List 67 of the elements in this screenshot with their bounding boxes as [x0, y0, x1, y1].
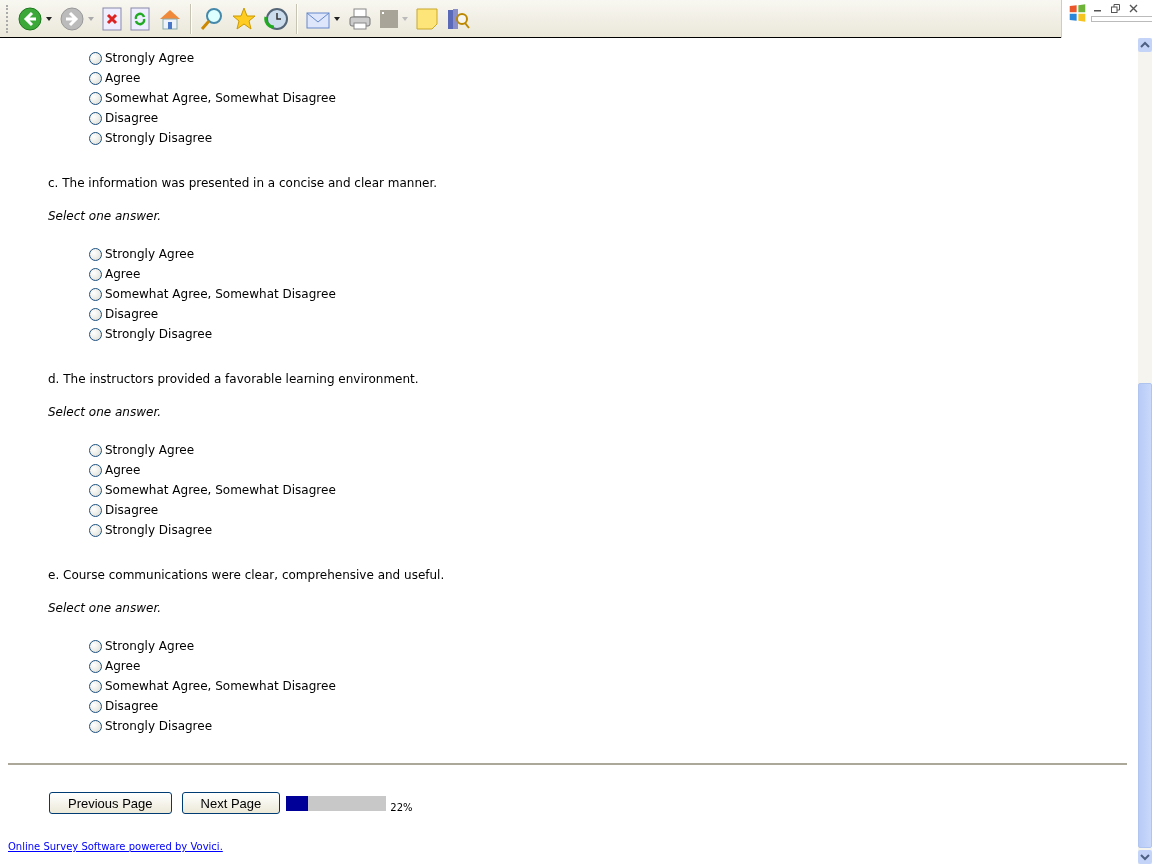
radio-button[interactable] — [89, 523, 102, 537]
caret-icon[interactable] — [46, 16, 52, 21]
scroll-thumb[interactable] — [1138, 383, 1152, 848]
radio-button[interactable] — [89, 699, 102, 713]
radio-button[interactable] — [89, 443, 102, 457]
radio-button[interactable] — [89, 659, 102, 673]
radio-button[interactable] — [89, 679, 102, 693]
option-label[interactable]: Somewhat Agree, Somewhat Disagree — [105, 678, 336, 694]
option-label[interactable]: Somewhat Agree, Somewhat Disagree — [105, 90, 336, 106]
option-label[interactable]: Agree — [105, 266, 141, 282]
radio-button[interactable] — [89, 483, 102, 497]
radio-button[interactable] — [89, 51, 102, 65]
option-label[interactable]: Strongly Disagree — [105, 130, 213, 146]
radio-button[interactable] — [89, 307, 102, 321]
option-label[interactable]: Strongly Disagree — [105, 326, 213, 342]
close-icon[interactable] — [1129, 4, 1138, 13]
radio-button[interactable] — [89, 131, 102, 145]
option-label[interactable]: Disagree — [105, 502, 159, 518]
radio-button[interactable] — [89, 71, 102, 85]
instruction-text: Select one answer. — [48, 600, 163, 616]
radio-button[interactable] — [89, 719, 102, 733]
option-label[interactable]: Somewhat Agree, Somewhat Disagree — [105, 482, 336, 498]
question-text: e. Course communications were clear, comprehensive and useful. — [48, 567, 446, 583]
books-magnifier-icon[interactable] — [446, 6, 470, 31]
radio-button[interactable] — [89, 639, 102, 653]
question-text: d. The instructors provided a favorable learning environment. — [48, 371, 420, 387]
option-label[interactable]: Strongly Disagree — [105, 718, 213, 734]
vertical-scrollbar[interactable] — [1138, 38, 1152, 864]
instruction-text: Select one answer. — [48, 208, 163, 224]
progress-percent: 22% — [390, 801, 413, 813]
search-icon[interactable] — [200, 6, 224, 31]
option-label[interactable]: Agree — [105, 70, 141, 86]
star-icon[interactable] — [232, 6, 256, 31]
option-label[interactable]: Strongly Agree — [105, 246, 195, 262]
history-clock-icon[interactable] — [264, 6, 288, 31]
refresh-page-icon[interactable] — [130, 6, 150, 31]
radio-button[interactable] — [89, 91, 102, 105]
radio-button[interactable] — [89, 247, 102, 261]
caret-icon[interactable] — [334, 16, 340, 21]
option-label[interactable]: Agree — [105, 658, 141, 674]
scroll-down-button[interactable] — [1138, 850, 1152, 864]
radio-button[interactable] — [89, 287, 102, 301]
stop-page-icon[interactable] — [102, 6, 122, 31]
question-text: c. The information was presented in a concise and clear manner. — [48, 175, 439, 191]
scroll-up-button[interactable] — [1138, 38, 1152, 52]
previous-page-button[interactable]: Previous Page — [49, 792, 172, 814]
radio-button[interactable] — [89, 267, 102, 281]
radio-button[interactable] — [89, 111, 102, 125]
instruction-text: Select one answer. — [48, 404, 163, 420]
printer-icon[interactable] — [348, 6, 372, 31]
option-label[interactable]: Strongly Agree — [105, 50, 195, 66]
option-label[interactable]: Strongly Disagree — [105, 522, 213, 538]
option-label[interactable]: Disagree — [105, 306, 159, 322]
option-label[interactable]: Strongly Agree — [105, 638, 195, 654]
restore-icon[interactable] — [1111, 4, 1120, 13]
windows-flag-icon — [1068, 2, 1087, 24]
radio-button[interactable] — [89, 503, 102, 517]
next-page-button[interactable]: Next Page — [181, 792, 281, 814]
option-label[interactable]: Strongly Agree — [105, 442, 195, 458]
option-label[interactable]: Disagree — [105, 698, 159, 714]
footer-link[interactable]: Online Survey Software powered by Vovici. — [8, 841, 223, 852]
radio-button[interactable] — [89, 327, 102, 341]
option-label[interactable]: Disagree — [105, 110, 159, 126]
option-label[interactable]: Agree — [105, 462, 141, 478]
option-label[interactable]: Somewhat Agree, Somewhat Disagree — [105, 286, 336, 302]
radio-button[interactable] — [89, 463, 102, 477]
toolbar-grip — [6, 4, 10, 33]
